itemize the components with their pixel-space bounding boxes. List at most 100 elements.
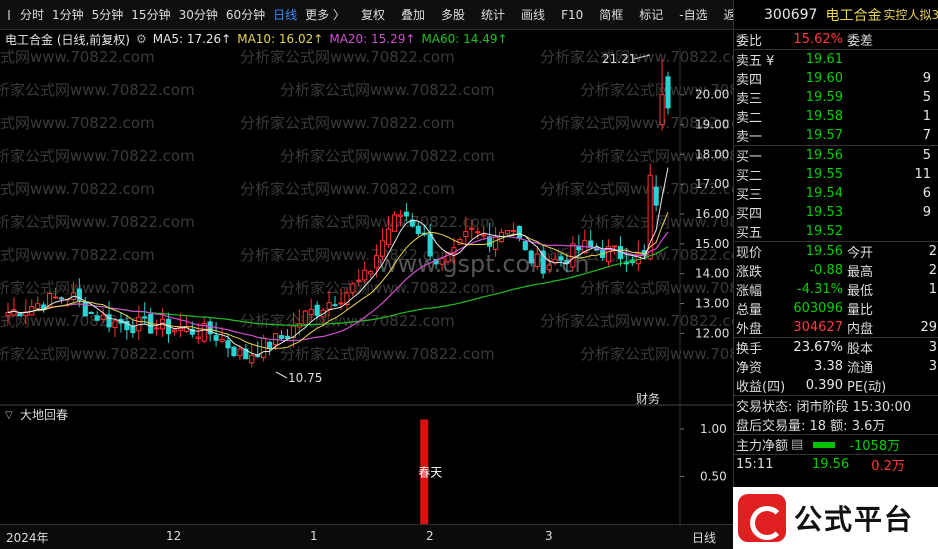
watermark-text: 分析家公式网www.70822.com [0, 345, 195, 363]
main-net-menu-icon[interactable]: ▤ [791, 437, 803, 452]
candle-down [540, 250, 546, 274]
remove-watchlist-button[interactable]: -自选 [675, 0, 711, 30]
stock-tag[interactable]: 实控人拟3 [883, 6, 938, 23]
candle-up [475, 231, 481, 234]
weicha-label: 委差 [847, 34, 874, 49]
layout-toggle-icon[interactable] [8, 9, 10, 20]
bid-row[interactable]: 买二 19.55 11 [734, 165, 938, 184]
ask-row[interactable]: 卖一 19.57 7 [734, 126, 938, 145]
tab-15min[interactable]: 15分钟 [127, 0, 174, 30]
overlay-button[interactable]: 叠加 [397, 0, 429, 30]
price-tick-label: 20.00 [695, 88, 729, 102]
low-pointer [275, 371, 288, 379]
stat-row: 外盘 304627 内盘 29 [734, 318, 938, 337]
candle-up [154, 327, 160, 330]
stat-label-2: 流通 [847, 361, 874, 376]
ask-label: 卖一 [736, 130, 763, 145]
bid-book: 买一 19.56 5 买二 19.55 11 买三 19.54 6 买四 19.53 … [734, 146, 938, 241]
watermark-text: 分析家公式网www.70822.com [580, 345, 733, 363]
stats-button[interactable]: 统计 [477, 0, 509, 30]
stat-value: -4.31% [797, 282, 843, 297]
ask-row[interactable]: 卖五 ¥ 19.61 [734, 50, 938, 69]
tab-daily[interactable]: 日线 [269, 0, 301, 30]
candle-down [278, 335, 285, 339]
stat-value: 304627 [793, 320, 843, 335]
candle-up [439, 257, 445, 265]
multi-stock-button[interactable]: 多股 [437, 0, 469, 30]
stat-value-2: 1 [928, 282, 937, 297]
tab-60min[interactable]: 60分钟 [222, 0, 269, 30]
weibi-value: 15.62% [793, 32, 843, 47]
mark-button[interactable]: 标记 [635, 0, 667, 30]
ask-price: 19.61 [805, 52, 843, 67]
stat-value: -0.88 [809, 263, 843, 278]
watermark-text: 分析家公式网www.70822.com [280, 147, 495, 165]
bid-row[interactable]: 买五 19.52 [734, 222, 938, 241]
price-tick-label: 17.00 [695, 177, 729, 191]
stat-value: 603096 [793, 301, 843, 316]
caibao-label[interactable]: 财务 [636, 391, 660, 406]
bid-label: 买三 [736, 188, 763, 203]
ma-legend: 电工合金 (日线,前复权) ⚙ MA5: 17.26↑ MA10: 16.02↑… [0, 30, 680, 48]
indicator-collapse-icon[interactable]: ▽ [5, 410, 13, 421]
tab-30min[interactable]: 30分钟 [175, 0, 222, 30]
settings-icon[interactable]: ⚙ [136, 32, 147, 46]
tab-more[interactable]: 更多 〉 [301, 0, 349, 30]
tab-5min[interactable]: 5分钟 [88, 0, 128, 30]
time-axis: 2024年 12 1 2 3 日线 [0, 524, 733, 549]
ask-price: 19.58 [805, 109, 843, 124]
candle-up [469, 227, 475, 230]
tab-fenshi[interactable]: 分时 [16, 0, 48, 30]
candle-up [338, 302, 344, 305]
candle-up [11, 309, 17, 316]
candle-up [249, 354, 255, 364]
watermark-text: 分析家公式网www.70822.com [0, 81, 195, 99]
stat-label-2: PE(动) [847, 380, 887, 395]
tick-volume: 0.2万 [871, 459, 905, 474]
candle-down [588, 240, 594, 248]
bid-price: 19.52 [805, 224, 843, 239]
f10-button[interactable]: F10 [557, 0, 587, 30]
candle-up [5, 312, 11, 317]
bid-row[interactable]: 买四 19.53 9 [734, 203, 938, 222]
candle-up [112, 320, 118, 329]
bid-price: 19.55 [805, 167, 843, 182]
fuquan-button[interactable]: 复权 [357, 0, 389, 30]
stat-row: 换手 23.67% 股本 3 [734, 338, 938, 357]
watermark-text: 分析家公式网www.70822.com [540, 48, 733, 66]
price-tick-label: 13.00 [695, 297, 729, 311]
candle-down [427, 233, 433, 257]
kline-chart[interactable]: 分析家公式网www.70822.com 分析家公式网www.70822.com 分析… [0, 48, 733, 524]
bid-row[interactable]: 买三 19.54 6 [734, 184, 938, 203]
period-label[interactable]: 日线 [692, 529, 716, 546]
watermark-text: 分析家公式网www.70822.com [0, 279, 195, 297]
after-hours-row: 盘后交易量: 18 额: 3.6万 [734, 415, 938, 434]
ask-price: 19.59 [805, 90, 843, 105]
xaxis-label-feb: 2 [426, 529, 434, 543]
stat-label-2: 最高 [847, 265, 874, 280]
candle-up [302, 310, 308, 325]
low-price-label: 10.75 [288, 371, 322, 385]
stat-row: 收益(四) 0.390 PE(动) [734, 376, 938, 395]
ask-row[interactable]: 卖二 19.58 1 [734, 107, 938, 126]
candle-up [510, 229, 517, 232]
bid-row[interactable]: 买一 19.56 5 [734, 146, 938, 165]
tab-1min[interactable]: 1分钟 [48, 0, 88, 30]
candle-down [225, 340, 231, 349]
candle-up [546, 264, 552, 271]
ask-row[interactable]: 卖三 19.59 5 [734, 88, 938, 107]
stat-label-2: 今开 [847, 246, 874, 261]
candle-up [368, 271, 374, 275]
indicator-tick-label: 0.50 [700, 470, 727, 484]
simple-frame-button[interactable]: 简框 [595, 0, 627, 30]
candle-down [528, 250, 534, 264]
ask-row[interactable]: 卖四 19.60 9 [734, 69, 938, 88]
candle-up [326, 302, 332, 310]
draw-line-button[interactable]: 画线 [517, 0, 549, 30]
watermark-text: 分析家公式网www.70822.com [280, 213, 495, 231]
chart-title: 电工合金 (日线,前复权) [5, 32, 130, 47]
logo-icon [738, 494, 786, 542]
stat-value: 19.56 [805, 244, 843, 259]
candle-up [219, 338, 225, 342]
trade-status-row: 交易状态: 闭市阶段 15:30:00 [734, 396, 938, 415]
